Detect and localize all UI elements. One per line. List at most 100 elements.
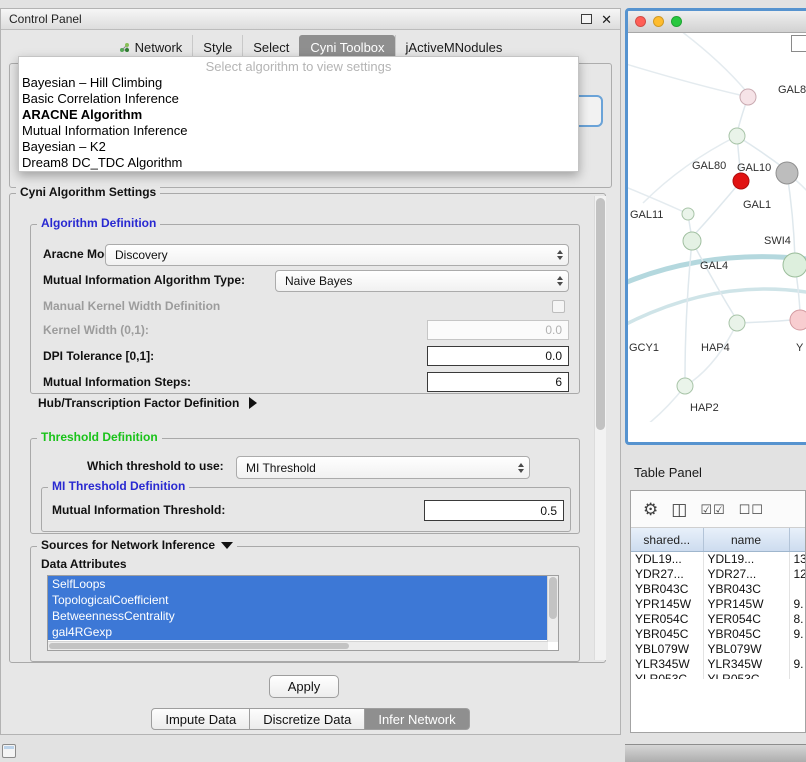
close-traffic-button[interactable]: [635, 16, 646, 27]
table-cell: 12: [789, 567, 806, 582]
table-row[interactable]: YBR045CYBR045C9.: [631, 627, 806, 642]
table-cell: 9.: [789, 597, 806, 612]
algorithm-option-bayesian-hill-climbing[interactable]: Bayesian – Hill Climbing: [19, 75, 578, 91]
settings-scrollbar[interactable]: [594, 196, 606, 660]
network-edge[interactable]: [628, 289, 806, 331]
manual-kernel-width-checkbox[interactable]: [552, 300, 565, 313]
table-row[interactable]: YDR27...YDR27...12: [631, 567, 806, 582]
dpi-tolerance-input[interactable]: 0.0: [427, 346, 569, 366]
table-row[interactable]: YLR345WYLR345W9.: [631, 657, 806, 672]
network-node[interactable]: [790, 310, 806, 330]
threshold-definition-group: Threshold Definition Which threshold to …: [30, 438, 580, 534]
hub-transcription-factor-toggle[interactable]: Hub/Transcription Factor Definition: [38, 396, 257, 410]
column-selector-icon[interactable]: ◫: [671, 501, 687, 518]
collapsed-panel-bar[interactable]: [625, 744, 806, 762]
network-node[interactable]: [677, 378, 693, 394]
mi-threshold-label: Mutual Information Threshold:: [52, 503, 225, 517]
table-row[interactable]: YPR145WYPR145W9.: [631, 597, 806, 612]
algorithm-popup-placeholder: Select algorithm to view settings: [19, 58, 578, 75]
table-cell: 9.: [789, 627, 806, 642]
mi-steps-input[interactable]: 6: [427, 372, 569, 392]
zoom-traffic-button[interactable]: [671, 16, 682, 27]
network-canvas[interactable]: GAL8GAL80GAL10GAL11GAL1SWI4GAL4GCY1HAP4Y…: [628, 33, 806, 422]
deselect-all-icon[interactable]: ☐☐: [739, 503, 764, 516]
network-overview-box[interactable]: [791, 35, 806, 52]
attribute-item-betweennesscentrality[interactable]: BetweennessCentrality: [48, 608, 548, 624]
network-window-titlebar[interactable]: [628, 11, 806, 33]
network-node-label: GAL80: [692, 160, 726, 172]
network-node-label: GCY1: [629, 342, 659, 354]
table-row[interactable]: YDL19...YDL19...13: [631, 552, 806, 568]
table-cell: YDL19...: [631, 552, 703, 568]
table-cell: YDR27...: [703, 567, 789, 582]
algorithm-dropdown-popup: Select algorithm to view settings Bayesi…: [18, 56, 579, 172]
network-node[interactable]: [729, 128, 745, 144]
mi-threshold-input[interactable]: 0.5: [424, 500, 564, 521]
network-node[interactable]: [729, 315, 745, 331]
network-node[interactable]: [733, 173, 749, 189]
network-edge[interactable]: [694, 181, 741, 235]
table-row[interactable]: YER054CYER054C8.: [631, 612, 806, 627]
network-node-label: GAL1: [743, 199, 771, 211]
table-body: YDL19...YDL19...13YDR27...YDR27...12YBR0…: [631, 552, 806, 688]
network-edge[interactable]: [787, 173, 795, 261]
data-attributes-label: Data Attributes: [41, 557, 127, 571]
bottom-tab-impute-data[interactable]: Impute Data: [151, 708, 250, 730]
settings-gear-icon[interactable]: ⚙: [643, 501, 658, 518]
attribute-item-gal4rgexp[interactable]: gal4RGexp: [48, 624, 548, 640]
restore-panel-icon[interactable]: [2, 744, 16, 758]
network-node[interactable]: [682, 208, 694, 220]
scrollbar-thumb[interactable]: [549, 577, 557, 619]
scrollbar-thumb[interactable]: [596, 198, 605, 430]
apply-button[interactable]: Apply: [269, 675, 339, 698]
close-icon[interactable]: ✕: [601, 13, 612, 26]
network-node-label: SWI4: [764, 235, 791, 247]
algorithm-option-aracne-algorithm[interactable]: ARACNE Algorithm: [19, 107, 578, 123]
which-threshold-select[interactable]: MI Threshold: [236, 456, 530, 479]
network-edge[interactable]: [628, 386, 685, 422]
network-node[interactable]: [776, 162, 798, 184]
bottom-tab-discretize-data[interactable]: Discretize Data: [250, 708, 365, 730]
select-all-icon[interactable]: ☑☑: [700, 503, 725, 516]
mi-algorithm-type-select[interactable]: Naive Bayes: [275, 270, 569, 292]
column-header-shared[interactable]: shared...: [631, 528, 703, 552]
algorithm-option-mutual-information-inference[interactable]: Mutual Information Inference: [19, 123, 578, 139]
float-window-icon[interactable]: [581, 14, 592, 24]
attributes-vertical-scrollbar[interactable]: [547, 576, 558, 642]
table-clip-mask: [632, 679, 804, 731]
table-cell: YBR045C: [631, 627, 703, 642]
column-header-name[interactable]: name: [703, 528, 789, 552]
aracne-mode-select[interactable]: Discovery: [105, 244, 569, 266]
minimize-traffic-button[interactable]: [653, 16, 664, 27]
data-attributes-list-rows: SelfLoopsTopologicalCoefficientBetweenne…: [48, 576, 558, 640]
column-header-extra[interactable]: [789, 528, 806, 552]
bottom-tabbar: Impute DataDiscretize DataInfer Network: [1, 708, 620, 730]
kernel-width-input[interactable]: 0.0: [427, 320, 569, 340]
network-node[interactable]: [683, 232, 701, 250]
tab-label: Network: [135, 40, 183, 55]
bottom-tab-infer-network[interactable]: Infer Network: [365, 708, 469, 730]
algorithm-option-basic-correlation-inference[interactable]: Basic Correlation Inference: [19, 91, 578, 107]
attribute-item-topologicalcoefficient[interactable]: TopologicalCoefficient: [48, 592, 548, 608]
sources-group-title[interactable]: Sources for Network Inference: [37, 538, 237, 552]
network-edge[interactable]: [673, 33, 746, 91]
scrollbar-thumb[interactable]: [49, 643, 349, 649]
network-edge[interactable]: [692, 241, 735, 317]
network-node[interactable]: [740, 89, 756, 105]
table-cell: YDR27...: [631, 567, 703, 582]
tab-label: Cyni Toolbox: [310, 40, 384, 55]
network-node[interactable]: [783, 253, 806, 277]
table-row[interactable]: YBL079WYBL079W: [631, 642, 806, 657]
network-edge[interactable]: [628, 183, 684, 212]
attribute-item-selfloops[interactable]: SelfLoops: [48, 576, 548, 592]
attributes-horizontal-scrollbar[interactable]: [48, 641, 548, 650]
network-node-label: Y: [796, 342, 804, 354]
algorithm-option-dream8-dc-tdc-algorithm[interactable]: Dream8 DC_TDC Algorithm: [19, 155, 578, 171]
table-cell: YBL079W: [703, 642, 789, 657]
control-panel-titlebar[interactable]: Control Panel ✕: [1, 9, 620, 30]
table-cell: 9.: [789, 657, 806, 672]
table-cell: YDL19...: [703, 552, 789, 568]
table-row[interactable]: YBR043CYBR043C: [631, 582, 806, 597]
data-attributes-list[interactable]: SelfLoopsTopologicalCoefficientBetweenne…: [47, 575, 559, 651]
algorithm-option-bayesian-k2[interactable]: Bayesian – K2: [19, 139, 578, 155]
